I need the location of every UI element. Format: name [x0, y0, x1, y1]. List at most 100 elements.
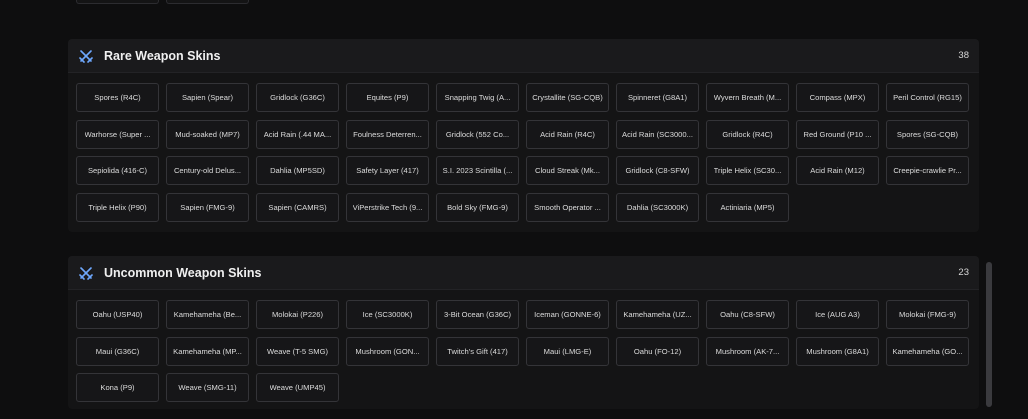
skin-label: Twitch's Gift (417) — [447, 346, 508, 356]
crossed-swords-icon — [78, 48, 94, 64]
skin-button[interactable]: Peril Control (RG15) — [886, 83, 969, 112]
skin-button[interactable]: Dahlia (MP5SD) — [256, 156, 339, 185]
uncommon-skins-panel: Uncommon Weapon Skins 23 Oahu (USP40) Kam… — [68, 256, 979, 409]
skin-label: Sapien (CAMRS) — [268, 202, 327, 212]
skin-button[interactable]: Creepie-crawlie Pr... — [886, 156, 969, 185]
skin-label: Compass (MPX) — [809, 93, 866, 102]
skin-button[interactable]: Ice (SC3000K) — [346, 300, 429, 329]
skin-button[interactable]: Kamehameha (MP... — [166, 336, 249, 366]
skin-label: Acid Rain (R4C) — [540, 129, 595, 139]
previous-section-item[interactable] — [76, 0, 159, 4]
skin-label: Ice (SC3000K) — [362, 310, 413, 319]
skin-button[interactable]: S.I. 2023 Scintilla (... — [436, 156, 519, 185]
scrollbar-track[interactable] — [986, 262, 992, 407]
skin-button[interactable]: Smooth Operator ... — [526, 192, 609, 222]
skin-button[interactable]: Oahu (USP40) — [76, 300, 159, 329]
skin-label: ViPerstrike Tech (9... — [352, 202, 423, 212]
skin-button[interactable]: Red Ground (P10 ... — [796, 119, 879, 149]
skin-button[interactable]: Spores (SG-CQB) — [886, 119, 969, 149]
skin-label: Kamehameha (MP... — [173, 346, 242, 356]
skin-button[interactable]: Maui (G36C) — [76, 336, 159, 366]
skin-button[interactable]: Weave (T-5 SMG) — [256, 336, 339, 366]
skin-label: Molokai (FMG-9) — [899, 310, 956, 319]
skin-button[interactable]: Actiniaria (MP5) — [706, 192, 789, 222]
skin-label: Acid Rain (SC3000... — [622, 129, 693, 139]
skin-button[interactable]: Mushroom (AK-7... — [706, 336, 789, 366]
skin-button[interactable]: Maui (LMG-E) — [526, 336, 609, 366]
skin-button[interactable]: Bold Sky (FMG-9) — [436, 192, 519, 222]
skin-label: Maui (LMG-E) — [543, 346, 592, 356]
skin-button[interactable]: Cloud Streak (Mk... — [526, 156, 609, 185]
skin-label: Spores (SG-CQB) — [896, 129, 959, 139]
crossed-swords-icon — [78, 265, 94, 281]
skin-label: Dahlia (MP5SD) — [270, 166, 325, 175]
rare-skins-header[interactable]: Rare Weapon Skins 38 — [68, 39, 979, 73]
skin-button[interactable]: 3-Bit Ocean (G36C) — [436, 300, 519, 329]
skin-button[interactable]: Ice (AUG A3) — [796, 300, 879, 329]
skin-label: Oahu (FO-12) — [633, 346, 682, 356]
skin-button[interactable]: Acid Rain (R4C) — [526, 119, 609, 149]
skin-button[interactable]: Equites (P9) — [346, 83, 429, 112]
skin-label: Mushroom (GON... — [355, 346, 420, 356]
skin-button[interactable]: Gridlock (G36C) — [256, 83, 339, 112]
skin-button[interactable]: Kamehameha (UZ... — [616, 300, 699, 329]
scrollbar-thumb[interactable] — [986, 262, 992, 407]
skin-button[interactable]: Crystallite (SG-CQB) — [526, 83, 609, 112]
skin-button[interactable]: Gridlock (C8-SFW) — [616, 156, 699, 185]
skin-button[interactable]: Oahu (C8-SFW) — [706, 300, 789, 329]
uncommon-skins-header[interactable]: Uncommon Weapon Skins 23 — [68, 256, 979, 290]
skin-button[interactable]: Dahlia (SC3000K) — [616, 192, 699, 222]
skin-label: Smooth Operator ... — [534, 202, 601, 212]
skin-label: Dahlia (SC3000K) — [626, 202, 689, 212]
skin-button[interactable]: Snapping Twig (A... — [436, 83, 519, 112]
skin-label: Sapien (FMG-9) — [180, 202, 235, 212]
skin-button[interactable]: Sapien (FMG-9) — [166, 192, 249, 222]
skin-button[interactable]: Century-old Delus... — [166, 156, 249, 185]
skin-button[interactable]: Warhorse (Super ... — [76, 119, 159, 149]
rare-skins-count: 38 — [958, 50, 969, 61]
skin-button[interactable]: Kamehameha (GO... — [886, 336, 969, 366]
skin-label: Oahu (C8-SFW) — [720, 310, 775, 319]
skin-button[interactable]: Iceman (GONNE-6) — [526, 300, 609, 329]
skin-button[interactable]: Gridlock (552 Co... — [436, 119, 519, 149]
skin-button[interactable]: Wyvern Breath (M... — [706, 83, 789, 112]
skin-button[interactable]: Spinneret (G8A1) — [616, 83, 699, 112]
skin-button[interactable]: Spores (R4C) — [76, 83, 159, 112]
previous-section-item[interactable] — [166, 0, 249, 4]
skin-button[interactable]: Sepiolida (416-C) — [76, 156, 159, 185]
skin-button[interactable]: Molokai (P226) — [256, 300, 339, 329]
skin-button[interactable]: Mushroom (GON... — [346, 336, 429, 366]
skin-label: Wyvern Breath (M... — [713, 93, 782, 102]
skin-label: Ice (AUG A3) — [815, 310, 860, 319]
skin-button[interactable]: Safety Layer (417) — [346, 156, 429, 185]
skin-label: Century-old Delus... — [173, 166, 242, 175]
skin-button[interactable]: Triple Helix (P90) — [76, 192, 159, 222]
skin-label: Bold Sky (FMG-9) — [447, 202, 508, 212]
skin-label: Maui (G36C) — [95, 346, 140, 356]
skin-button[interactable]: Triple Helix (SC30... — [706, 156, 789, 185]
skin-button[interactable]: Mushroom (G8A1) — [796, 336, 879, 366]
skin-button[interactable]: Acid Rain (.44 MA... — [256, 119, 339, 149]
skin-button[interactable]: Gridlock (R4C) — [706, 119, 789, 149]
skin-button[interactable]: Foulness Deterren... — [346, 119, 429, 149]
skin-button[interactable]: Acid Rain (M12) — [796, 156, 879, 185]
skin-button[interactable]: Weave (SMG-11) — [166, 373, 249, 402]
skin-button[interactable]: Acid Rain (SC3000... — [616, 119, 699, 149]
skin-button[interactable]: Mud-soaked (MP7) — [166, 119, 249, 149]
skin-button[interactable]: Sapien (Spear) — [166, 83, 249, 112]
skin-button[interactable]: Oahu (FO-12) — [616, 336, 699, 366]
skin-button[interactable]: Weave (UMP45) — [256, 373, 339, 402]
skin-label: Gridlock (G36C) — [270, 93, 325, 102]
skin-label: Acid Rain (.44 MA... — [263, 129, 332, 139]
skin-button[interactable]: Molokai (FMG-9) — [886, 300, 969, 329]
skin-button[interactable]: ViPerstrike Tech (9... — [346, 192, 429, 222]
skin-button[interactable]: Twitch's Gift (417) — [436, 336, 519, 366]
skin-label: Cloud Streak (Mk... — [535, 166, 600, 175]
skin-label: Crystallite (SG-CQB) — [532, 93, 603, 102]
skin-button[interactable]: Kamehameha (Be... — [166, 300, 249, 329]
skin-button[interactable]: Sapien (CAMRS) — [256, 192, 339, 222]
skin-label: Red Ground (P10 ... — [803, 129, 872, 139]
skin-label: Acid Rain (M12) — [810, 166, 865, 175]
skin-button[interactable]: Kona (P9) — [76, 373, 159, 402]
skin-button[interactable]: Compass (MPX) — [796, 83, 879, 112]
